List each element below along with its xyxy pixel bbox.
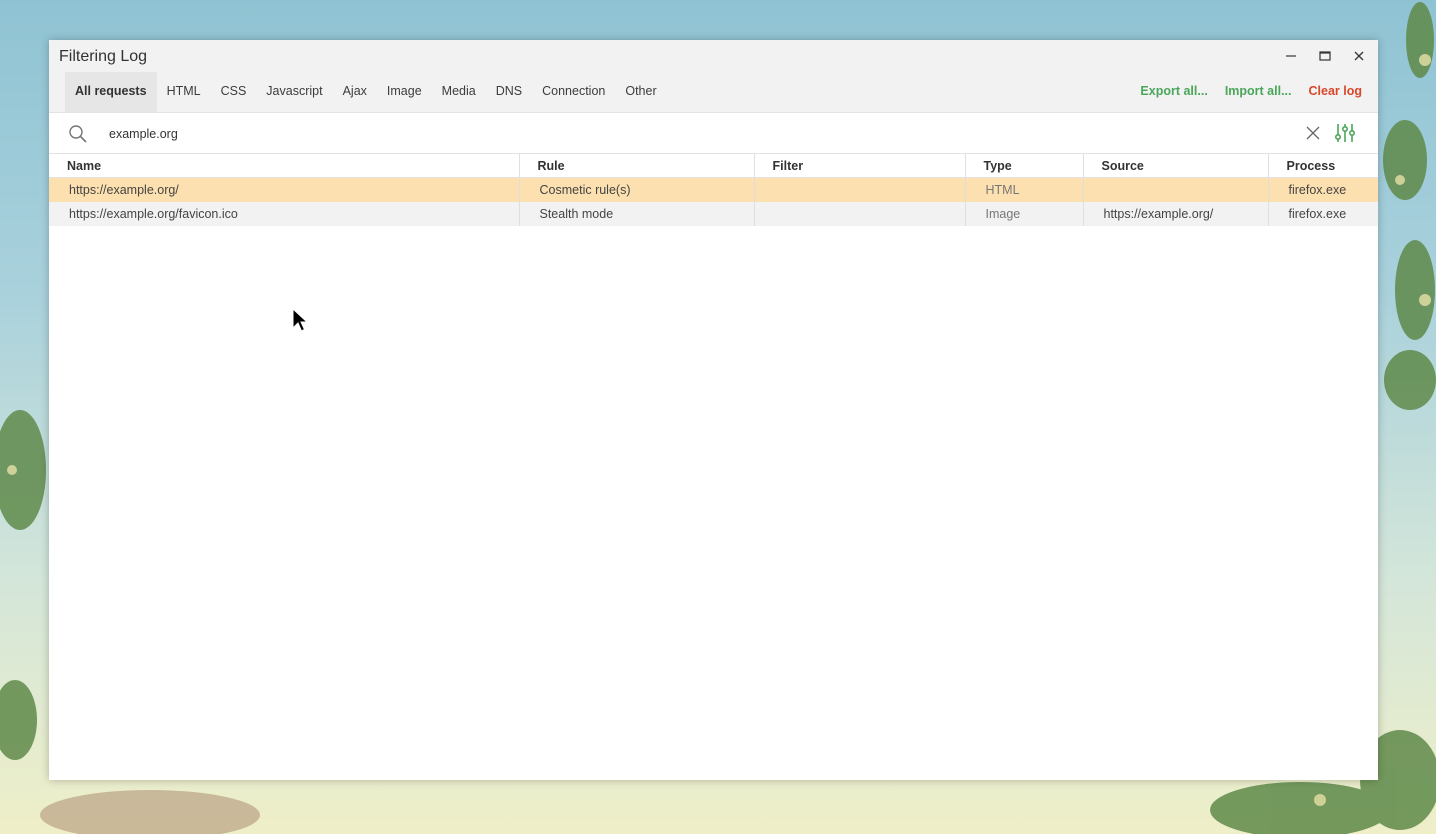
- export-all-button[interactable]: Export all...: [1140, 72, 1207, 112]
- table-header-row: Name Rule Filter Type Source Process: [49, 154, 1378, 178]
- window-title: Filtering Log: [59, 48, 148, 65]
- column-header-name[interactable]: Name: [49, 154, 519, 178]
- cell-name: https://example.org/favicon.ico: [49, 202, 519, 226]
- tab-image[interactable]: Image: [377, 72, 432, 112]
- title-bar: Filtering Log: [49, 40, 1378, 72]
- cell-name: https://example.org/: [49, 177, 519, 202]
- request-type-tabs: All requests HTML CSS Javascript Ajax Im…: [65, 72, 667, 112]
- column-header-filter[interactable]: Filter: [753, 154, 965, 178]
- close-button[interactable]: [1342, 44, 1376, 68]
- tab-html[interactable]: HTML: [157, 72, 211, 112]
- tab-other[interactable]: Other: [615, 72, 666, 112]
- cell-type: Image: [964, 202, 1083, 226]
- cell-filter: [753, 177, 965, 202]
- clear-log-button[interactable]: Clear log: [1309, 72, 1363, 112]
- tab-all-requests[interactable]: All requests: [65, 72, 157, 112]
- column-header-rule[interactable]: Rule: [518, 154, 754, 178]
- requests-table: Name Rule Filter Type Source Process htt…: [49, 154, 1378, 226]
- close-icon: [1354, 51, 1364, 61]
- cell-rule: Cosmetic rule(s): [518, 177, 754, 202]
- tab-connection[interactable]: Connection: [532, 72, 615, 112]
- column-header-process[interactable]: Process: [1267, 154, 1378, 178]
- cell-source: [1082, 177, 1268, 202]
- cell-process: firefox.exe: [1267, 177, 1378, 202]
- tab-dns[interactable]: DNS: [486, 72, 532, 112]
- filter-settings-icon[interactable]: [1334, 122, 1356, 144]
- cell-type: HTML: [964, 177, 1083, 202]
- tab-media[interactable]: Media: [432, 72, 486, 112]
- tab-ajax[interactable]: Ajax: [333, 72, 377, 112]
- tab-javascript[interactable]: Javascript: [256, 72, 332, 112]
- column-header-type[interactable]: Type: [964, 154, 1083, 178]
- search-bar: [49, 113, 1378, 154]
- clear-search-icon[interactable]: [1305, 125, 1321, 141]
- filtering-log-window: Filtering Log All requests HTML CSS Java…: [49, 40, 1378, 780]
- maximize-button[interactable]: [1308, 44, 1342, 68]
- cell-rule: Stealth mode: [518, 202, 754, 226]
- search-input[interactable]: [107, 122, 1011, 146]
- maximize-icon: [1319, 51, 1331, 61]
- log-actions: Export all... Import all... Clear log: [1140, 72, 1362, 112]
- search-icon: [69, 125, 87, 143]
- table-row[interactable]: https://example.org/favicon.ico Stealth …: [49, 202, 1378, 226]
- cell-process: firefox.exe: [1267, 202, 1378, 226]
- cell-source: https://example.org/: [1082, 202, 1268, 226]
- filter-tabs-bar: All requests HTML CSS Javascript Ajax Im…: [49, 72, 1378, 113]
- tab-css[interactable]: CSS: [211, 72, 257, 112]
- import-all-button[interactable]: Import all...: [1225, 72, 1292, 112]
- cell-filter: [753, 202, 965, 226]
- table-row[interactable]: https://example.org/ Cosmetic rule(s) HT…: [49, 177, 1378, 202]
- column-header-source[interactable]: Source: [1082, 154, 1268, 178]
- minimize-button[interactable]: [1274, 44, 1308, 68]
- minimize-icon: [1286, 55, 1296, 57]
- mouse-cursor-icon: [292, 308, 308, 332]
